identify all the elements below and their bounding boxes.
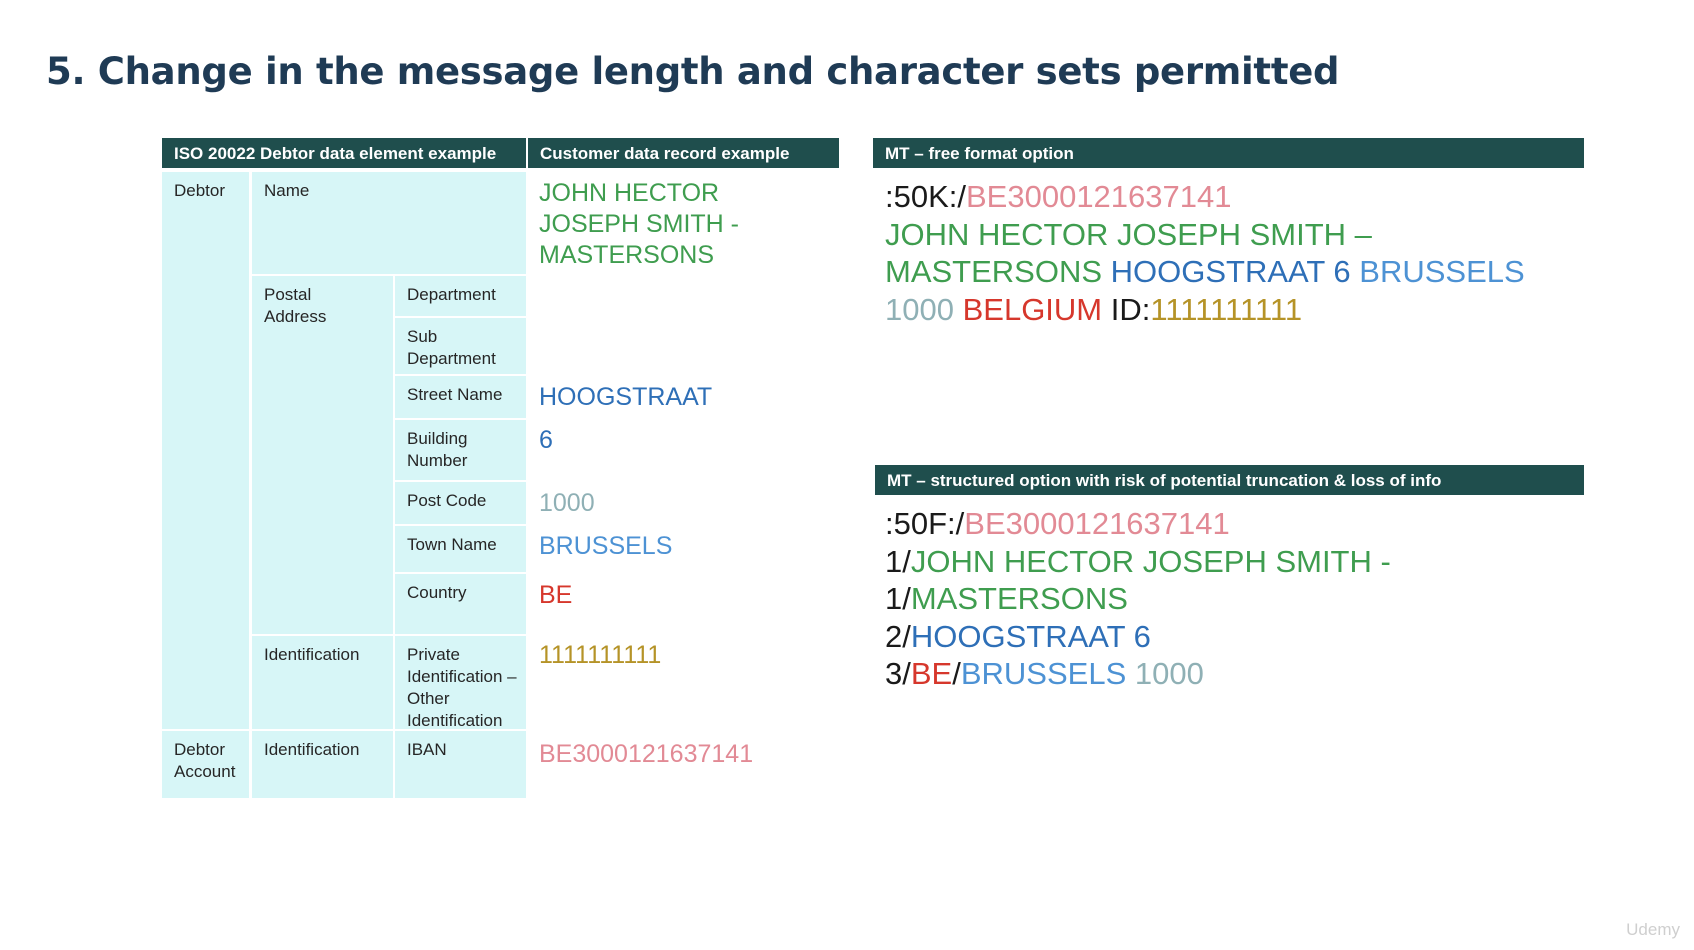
cell-account-identification: Identification: [252, 731, 393, 798]
value-country: BE: [539, 581, 573, 609]
cell-iban: IBAN: [395, 731, 526, 798]
cell-post-code: Post Code: [395, 482, 526, 524]
cell-sub-department: Sub Department: [395, 318, 526, 374]
free-format-message: :50K:/BE3000121637141 JOHN HECTOR JOSEPH…: [885, 179, 1525, 327]
free-format-header: MT – free format option: [873, 138, 1584, 168]
cell-postal-address: Postal Address: [252, 276, 393, 634]
cell-identification: Identification: [252, 636, 393, 729]
value-building-number: 6: [539, 426, 553, 454]
cell-debtor: Debtor: [162, 172, 249, 729]
slide-title: 5. Change in the message length and char…: [46, 50, 1340, 93]
value-post-code: 1000: [539, 489, 595, 517]
table-header-element: ISO 20022 Debtor data element example: [162, 138, 526, 168]
cell-department: Department: [395, 276, 526, 316]
udemy-watermark: Udemy: [1626, 920, 1680, 939]
table-header-record: Customer data record example: [528, 138, 839, 168]
cell-name: Name: [252, 172, 526, 274]
value-name: JOHN HECTOR JOSEPH SMITH - MASTERSONS: [539, 179, 740, 269]
cell-building-number: Building Number: [395, 420, 526, 480]
value-town-name: BRUSSELS: [539, 532, 673, 560]
cell-town-name: Town Name: [395, 526, 526, 572]
cell-private-identification: Private Identification – Other Identific…: [395, 636, 526, 730]
value-private-identification: 1111111111: [539, 641, 662, 669]
structured-header: MT – structured option with risk of pote…: [875, 465, 1584, 495]
cell-debtor-account: Debtor Account: [162, 731, 249, 798]
structured-message: :50F:/BE3000121637141 1/JOHN HECTOR JOSE…: [885, 506, 1391, 691]
value-iban: BE3000121637141: [539, 740, 754, 768]
value-street-name: HOOGSTRAAT: [539, 383, 713, 411]
cell-country: Country: [395, 574, 526, 634]
cell-street-name: Street Name: [395, 376, 526, 418]
